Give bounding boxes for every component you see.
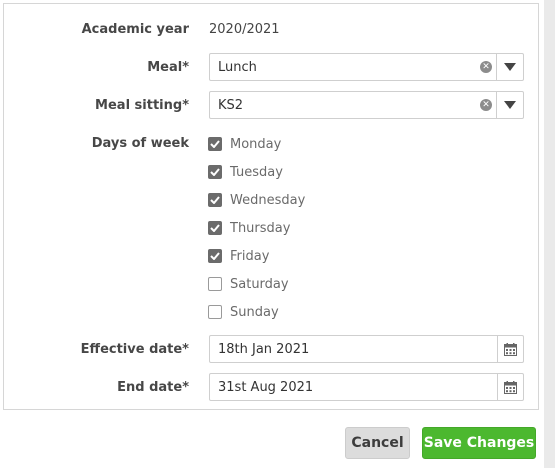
- meal-label: Meal*: [147, 60, 189, 75]
- day-label: Tuesday: [230, 164, 283, 180]
- day-checkbox-friday[interactable]: Friday: [208, 246, 269, 266]
- save-changes-button[interactable]: Save Changes: [422, 427, 536, 459]
- day-checkbox-wednesday[interactable]: Wednesday: [208, 190, 305, 210]
- day-checkbox-tuesday[interactable]: Tuesday: [208, 162, 283, 182]
- end-date-label: End date*: [117, 380, 189, 395]
- day-checkbox-thursday[interactable]: Thursday: [208, 218, 290, 238]
- dropdown-toggle[interactable]: [496, 92, 523, 118]
- meal-select[interactable]: Lunch ✕: [209, 53, 524, 81]
- end-date-input[interactable]: 31st Aug 2021: [209, 373, 524, 401]
- calendar-icon: [504, 380, 517, 394]
- day-label: Sunday: [230, 304, 279, 320]
- effective-date-value: 18th Jan 2021: [218, 342, 310, 357]
- day-checkbox-saturday[interactable]: Saturday: [208, 274, 289, 294]
- meal-sitting-select[interactable]: KS2 ✕: [209, 91, 524, 119]
- calendar-icon: [504, 342, 517, 356]
- day-label: Monday: [230, 136, 282, 152]
- checkmark-icon: [210, 140, 220, 148]
- dropdown-toggle[interactable]: [496, 54, 523, 80]
- day-label: Saturday: [230, 276, 289, 292]
- checkbox-checked[interactable]: [208, 165, 222, 179]
- checkmark-icon: [210, 224, 220, 232]
- academic-year-label: Academic year: [81, 22, 189, 37]
- clear-icon[interactable]: ✕: [480, 99, 492, 111]
- calendar-button[interactable]: [497, 374, 523, 400]
- clear-icon[interactable]: ✕: [480, 61, 492, 73]
- day-checkbox-sunday[interactable]: Sunday: [208, 302, 279, 322]
- checkbox-checked[interactable]: [208, 249, 222, 263]
- effective-date-label: Effective date*: [80, 342, 189, 357]
- meal-sitting-selected-value: KS2: [218, 98, 244, 113]
- day-checkbox-monday[interactable]: Monday: [208, 134, 281, 154]
- checkbox-unchecked[interactable]: [208, 277, 222, 291]
- days-of-week-label: Days of week: [91, 136, 189, 151]
- checkmark-icon: [210, 168, 220, 176]
- triangle-down-icon: [504, 101, 516, 109]
- checkbox-checked[interactable]: [208, 193, 222, 207]
- day-label: Thursday: [230, 220, 291, 236]
- effective-date-input[interactable]: 18th Jan 2021: [209, 335, 524, 363]
- checkbox-unchecked[interactable]: [208, 305, 222, 319]
- academic-year-value: 2020/2021: [209, 22, 280, 37]
- triangle-down-icon: [504, 63, 516, 71]
- cancel-button[interactable]: Cancel: [345, 427, 410, 459]
- day-label: Friday: [230, 248, 270, 264]
- checkmark-icon: [210, 252, 220, 260]
- day-label: Wednesday: [230, 192, 306, 208]
- calendar-button[interactable]: [497, 336, 523, 362]
- meal-sitting-label: Meal sitting*: [95, 98, 189, 113]
- checkbox-checked[interactable]: [208, 221, 222, 235]
- checkmark-icon: [210, 196, 220, 204]
- end-date-value: 31st Aug 2021: [218, 380, 314, 395]
- meal-selected-value: Lunch: [218, 60, 257, 75]
- checkbox-checked[interactable]: [208, 137, 222, 151]
